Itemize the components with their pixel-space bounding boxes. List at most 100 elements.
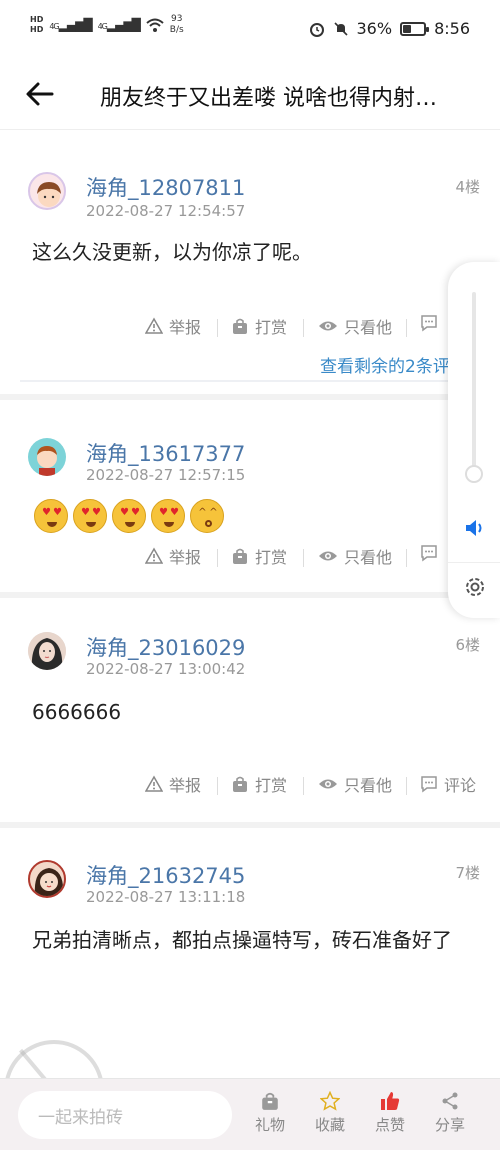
gift-label: 礼物: [254, 1116, 285, 1134]
avatar-boy-icon: [37, 446, 57, 476]
network-speed: 93 B/s: [170, 14, 184, 36]
comment-button[interactable]: [420, 314, 438, 332]
mute-bell-icon: [333, 21, 348, 36]
eye-icon: [319, 779, 337, 789]
gear-icon[interactable]: [462, 574, 488, 600]
post-actions: 举报 打赏 只看他: [0, 544, 500, 574]
signal-icon-2: 4G▂▄▆█: [97, 18, 141, 32]
speaker-icon[interactable]: [464, 518, 486, 538]
reward-label: 打赏: [255, 318, 288, 337]
network-label-1: 4G: [49, 22, 59, 31]
page-title: 朋友终于又出差喽 说啥也得内射…: [100, 86, 437, 111]
volume-slider-thumb[interactable]: [465, 465, 483, 483]
username[interactable]: 海角_21632745: [86, 860, 245, 890]
username[interactable]: 海角_23016029: [86, 632, 245, 662]
separator: [217, 549, 218, 567]
hd-label-1: HD: [30, 15, 44, 24]
avatar-girl-icon: [37, 182, 61, 207]
eye-icon: [319, 551, 337, 561]
panel-divider: [448, 562, 500, 563]
only-him-label: 只看他: [344, 776, 393, 795]
report-button[interactable]: 举报: [145, 314, 201, 338]
favorite-label: 收藏: [314, 1116, 345, 1134]
avatar-photo-icon: [28, 632, 66, 670]
status-right: 36% 8:56: [309, 19, 470, 38]
username[interactable]: 海角_13617377: [86, 438, 245, 468]
gift-bag-icon: [262, 1092, 278, 1110]
only-him-button[interactable]: 只看他: [318, 314, 392, 338]
clock: 8:56: [434, 19, 470, 38]
view-more-replies-link[interactable]: 查看剩余的2条评论: [320, 352, 467, 377]
separator: [303, 319, 304, 337]
gift-bag-icon: [233, 548, 247, 564]
like-label: 点赞: [374, 1116, 405, 1134]
report-label: 举报: [169, 776, 202, 795]
reward-label: 打赏: [255, 776, 288, 795]
reply-post-2: 海角_13617377 2022-08-27 12:57:15 ♥ ♥ ♥ ♥ ♥ ♥…: [0, 400, 500, 590]
wifi-icon: [146, 18, 164, 32]
heart-eyes-emoji-icon: ♥ ♥: [73, 499, 107, 533]
post-actions: 举报 打赏 只看他: [0, 314, 500, 344]
separator: [217, 319, 218, 337]
report-label: 举报: [169, 318, 202, 337]
comment-input[interactable]: 一起来拍砖: [18, 1091, 232, 1139]
reward-label: 打赏: [255, 548, 288, 567]
gift-bag-icon: [233, 318, 247, 334]
warning-icon: [145, 317, 163, 334]
share-icon: [442, 1092, 458, 1110]
share-label: 分享: [434, 1116, 465, 1134]
report-button[interactable]: 举报: [145, 544, 201, 568]
only-him-button[interactable]: 只看他: [318, 544, 392, 568]
reward-button[interactable]: 打赏: [231, 314, 287, 338]
reward-button[interactable]: 打赏: [231, 772, 287, 796]
reply-post-4: 海角_21632745 2022-08-27 13:11:18 7楼 兄弟拍清晰…: [0, 828, 500, 1078]
username[interactable]: 海角_12807811: [86, 172, 245, 202]
bottom-action-bar: 一起来拍砖 礼物 收藏 点赞 分享: [0, 1078, 500, 1150]
share-button[interactable]: 分享: [425, 1091, 475, 1135]
separator: [303, 777, 304, 795]
comment-button[interactable]: [420, 544, 438, 562]
alarm-icon: [309, 22, 324, 37]
only-him-label: 只看他: [344, 318, 393, 337]
post-content: 兄弟拍清晰点，都拍点操逼特写，砖石准备好了: [32, 928, 452, 952]
only-him-label: 只看他: [344, 548, 393, 567]
post-time: 2022-08-27 12:57:15: [86, 466, 246, 484]
kissing-emoji-icon: ^ ^: [190, 499, 224, 533]
eye-icon: [319, 321, 337, 331]
separator: [406, 777, 407, 795]
speed-unit: B/s: [169, 25, 184, 35]
report-button[interactable]: 举报: [145, 772, 201, 796]
favorite-button[interactable]: 收藏: [305, 1091, 355, 1135]
back-button[interactable]: [22, 76, 58, 112]
gift-bag-icon: [233, 776, 247, 792]
top-app-bar: 朋友终于又出差喽 说啥也得内射…: [0, 58, 500, 130]
warning-icon: [145, 547, 163, 564]
heart-eyes-emoji-icon: ♥ ♥: [112, 499, 146, 533]
reply-post-3: 海角_23016029 2022-08-27 13:00:42 6楼 66666…: [0, 598, 500, 820]
avatar-girl-dark-hair-icon: [34, 868, 64, 896]
back-arrow-icon: [26, 82, 54, 106]
like-button[interactable]: 点赞: [365, 1091, 415, 1135]
avatar[interactable]: [28, 632, 66, 670]
hd-indicator: HD HD: [30, 15, 43, 35]
separator: [217, 777, 218, 795]
comment-icon: [421, 776, 437, 793]
reward-button[interactable]: 打赏: [231, 544, 287, 568]
comment-label: 评论: [444, 776, 477, 795]
gift-button[interactable]: 礼物: [245, 1091, 295, 1135]
volume-slider[interactable]: [472, 292, 476, 482]
reply-post-1: 海角_12807811 2022-08-27 12:54:57 4楼 这么久没更…: [0, 130, 500, 392]
separator: [406, 549, 407, 567]
warning-icon: [145, 775, 163, 792]
battery-icon: [400, 21, 430, 36]
hd-label-2: HD: [30, 25, 44, 34]
avatar[interactable]: [28, 860, 66, 898]
avatar[interactable]: [28, 438, 66, 476]
post-time: 2022-08-27 12:54:57: [86, 202, 246, 220]
only-him-button[interactable]: 只看他: [318, 772, 392, 796]
speed-value: 93: [171, 14, 183, 24]
comment-button[interactable]: 评论: [420, 772, 476, 796]
avatar[interactable]: [28, 172, 66, 210]
post-time: 2022-08-27 13:11:18: [86, 888, 246, 906]
battery-percent: 36%: [356, 19, 393, 38]
